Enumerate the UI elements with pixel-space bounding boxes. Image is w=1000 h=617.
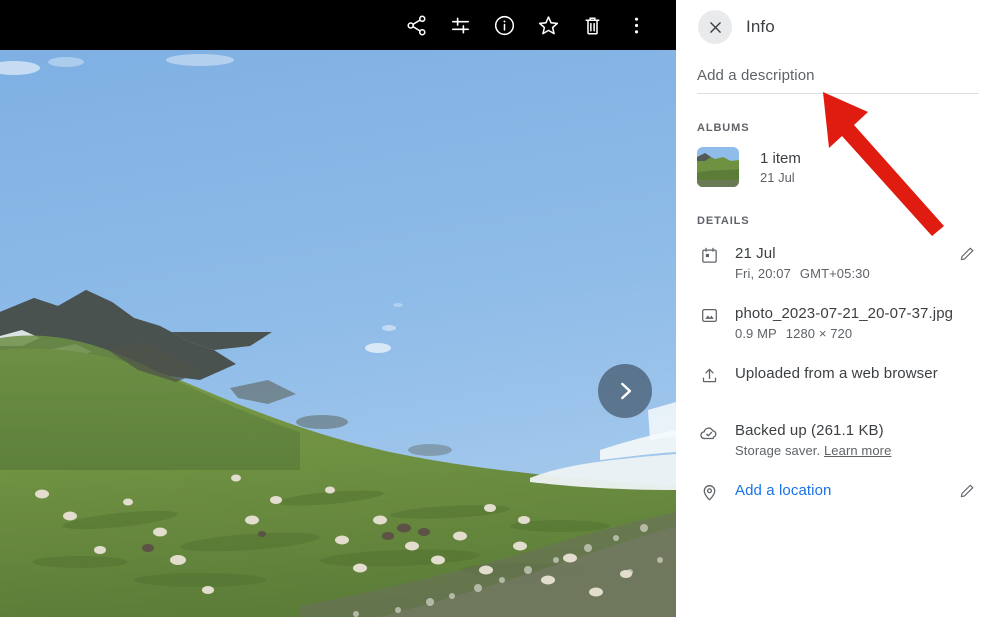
detail-body-date: 21 Jul Fri, 20:07 GMT+05:30	[735, 244, 955, 281]
detail-backup-sub: Storage saver. Learn more	[735, 443, 979, 458]
photo-viewer	[0, 0, 676, 617]
detail-body-upload: Uploaded from a web browser	[735, 364, 979, 383]
detail-row-date: 21 Jul Fri, 20:07 GMT+05:30	[697, 244, 979, 281]
detail-date-sub: Fri, 20:07 GMT+05:30	[735, 266, 955, 281]
star-icon[interactable]	[526, 3, 570, 47]
photo-viewer-app: Info Add a description ALBUMS 1 item 21 …	[0, 0, 1000, 617]
photo-image[interactable]	[0, 50, 676, 617]
detail-row-file: photo_2023-07-21_20-07-37.jpg 0.9 MP 1280…	[697, 304, 979, 341]
detail-date-time: Fri, 20:07	[735, 266, 791, 281]
next-photo-button[interactable]	[598, 364, 652, 418]
detail-body-backup: Backed up (261.1 KB) Storage saver. Lear…	[735, 421, 979, 458]
more-vert-icon[interactable]	[614, 3, 658, 47]
detail-body-location: Add a location	[735, 481, 955, 500]
detail-upload-text: Uploaded from a web browser	[735, 365, 938, 382]
detail-backup-title: Backed up (261.1 KB)	[735, 422, 884, 439]
upload-icon	[697, 364, 721, 385]
trash-icon[interactable]	[570, 3, 614, 47]
edit-date-pencil-icon[interactable]	[955, 244, 979, 263]
album-thumbnail	[697, 147, 739, 187]
info-icon[interactable]	[482, 3, 526, 47]
detail-date-title: 21 Jul	[735, 245, 776, 262]
learn-more-link[interactable]: Learn more	[824, 443, 891, 458]
calendar-icon	[697, 244, 721, 265]
close-icon[interactable]	[698, 10, 732, 44]
info-panel-header: Info	[697, 0, 979, 50]
photo-toolbar	[0, 0, 676, 50]
tune-icon[interactable]	[438, 3, 482, 47]
detail-row-backup: Backed up (261.1 KB) Storage saver. Lear…	[697, 421, 979, 458]
details-section-label: DETAILS	[697, 215, 750, 227]
detail-file-dimensions: 1280 × 720	[785, 326, 853, 341]
album-subtitle: 21 Jul	[760, 170, 795, 185]
location-pin-icon	[697, 481, 721, 502]
cloud-done-icon	[697, 421, 721, 443]
album-title: 1 item	[760, 150, 801, 167]
page-title: Info	[746, 17, 775, 36]
detail-body-file: photo_2023-07-21_20-07-37.jpg 0.9 MP 1280…	[735, 304, 979, 341]
detail-row-location: Add a location	[697, 481, 979, 515]
image-icon	[697, 304, 721, 325]
albums-section-label: ALBUMS	[697, 122, 750, 134]
detail-date-tz: GMT+05:30	[799, 266, 870, 281]
detail-file-sub: 0.9 MP 1280 × 720	[735, 326, 979, 341]
description-input[interactable]: Add a description	[697, 67, 979, 94]
share-icon[interactable]	[394, 3, 438, 47]
album-text: 1 item 21 Jul	[760, 149, 801, 185]
storage-saver-label: Storage saver.	[735, 443, 821, 458]
detail-row-upload: Uploaded from a web browser	[697, 364, 979, 398]
edit-location-pencil-icon[interactable]	[955, 481, 979, 500]
info-panel: Info Add a description ALBUMS 1 item 21 …	[676, 0, 1000, 617]
detail-file-name: photo_2023-07-21_20-07-37.jpg	[735, 305, 954, 322]
detail-file-megapixels: 0.9 MP	[735, 326, 777, 341]
add-location-link[interactable]: Add a location	[735, 481, 955, 500]
album-item[interactable]: 1 item 21 Jul	[697, 147, 979, 187]
